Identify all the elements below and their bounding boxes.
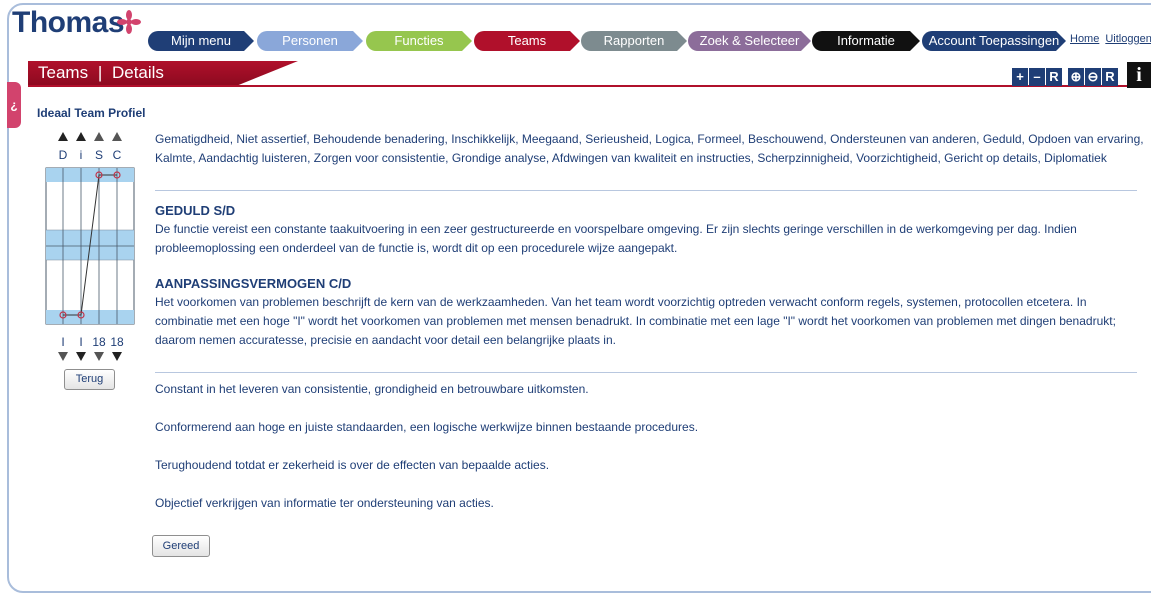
nav-tab-informatie[interactable]: Informatie <box>812 31 920 51</box>
title-underline <box>28 85 1151 87</box>
thomas-logo: Thomas <box>12 6 125 39</box>
zoom-in-button[interactable]: + <box>1012 68 1028 86</box>
section-heading-aanpassingsvermogen: AANPASSINGSVERMOGEN C/D <box>155 276 352 291</box>
logout-link[interactable]: Uitloggen <box>1105 33 1151 45</box>
traits-text: Gematigdheid, Niet assertief, Behoudende… <box>155 132 1144 165</box>
triangle-up-icon <box>76 132 86 141</box>
disc-bottom-label: 18 <box>92 335 106 349</box>
statement-item: Conformerend aan hoge en juiste standaar… <box>155 420 699 434</box>
grid-band <box>46 168 134 182</box>
help-side-tab[interactable]: ¿ <box>7 82 21 128</box>
page-title-section: Teams <box>38 63 89 82</box>
nav-tab-rapporten[interactable]: Rapporten <box>581 31 687 51</box>
gereed-button[interactable]: Gereed <box>152 535 210 557</box>
home-link[interactable]: Home <box>1070 33 1099 45</box>
divider <box>155 372 1137 373</box>
triangle-up-icon <box>94 132 104 141</box>
magnify-in-icon[interactable]: ⊕ <box>1068 68 1084 86</box>
terug-button[interactable]: Terug <box>64 369 115 390</box>
zoom-out-button[interactable]: – <box>1029 68 1045 86</box>
triangle-up-icon <box>112 132 122 141</box>
bottom-arrows <box>58 352 122 361</box>
statement-item: Constant in het leveren van consistentie… <box>155 382 589 396</box>
nav-tab-mijn-menu[interactable]: Mijn menu <box>148 31 254 51</box>
nav-tab-zoek-selecteer[interactable]: Zoek & Selecteer <box>688 31 811 51</box>
grid-band <box>46 310 134 324</box>
section-body-geduld: De functie vereist een constante taakuit… <box>155 222 1077 255</box>
nav-tab-account-toepassingen[interactable]: Account Toepassingen <box>922 31 1066 51</box>
nav-tab-teams[interactable]: Teams <box>474 31 580 51</box>
disc-letter: C <box>113 148 122 162</box>
statement-item: Objectief verkrijgen van informatie ter … <box>155 496 494 510</box>
magnify-reset-button[interactable]: R <box>1102 68 1118 86</box>
disc-letter: i <box>80 148 83 162</box>
top-arrows <box>58 132 122 141</box>
page-title: Teams | Details <box>38 62 164 84</box>
disc-letters: DiSC <box>59 148 122 162</box>
disc-bottom-label: I <box>61 335 64 349</box>
section-body-aanpassingsvermogen: Het voorkomen van problemen beschrijft d… <box>155 295 1116 347</box>
profile-title: Ideaal Team Profiel <box>37 106 146 120</box>
nav-tab-personen[interactable]: Personen <box>257 31 363 51</box>
disc-letter: D <box>59 148 68 162</box>
disc-bottom-label: I <box>79 335 82 349</box>
disc-letter: S <box>95 148 103 162</box>
disc-bottom-label: 18 <box>110 335 124 349</box>
nav-tab-functies[interactable]: Functies <box>366 31 472 51</box>
magnify-out-icon[interactable]: ⊖ <box>1085 68 1101 86</box>
page-title-separator: | <box>97 63 103 82</box>
nav-links: Home Uitloggen <box>1070 33 1151 45</box>
triangle-down-icon <box>112 352 122 361</box>
divider <box>155 190 1137 191</box>
disc-profile-graph: DiSC I I 18 18 <box>45 132 135 361</box>
triangle-up-icon <box>58 132 68 141</box>
disc-bottom-labels: I I 18 18 <box>61 335 124 349</box>
statement-item: Terughoudend totdat er zekerheid is over… <box>155 458 550 472</box>
triangle-down-icon <box>58 352 68 361</box>
section-heading-geduld: GEDULD S/D <box>155 203 236 218</box>
triangle-down-icon <box>94 352 104 361</box>
triangle-down-icon <box>76 352 86 361</box>
asterisk-logo-icon <box>117 10 141 34</box>
info-button[interactable]: i <box>1127 62 1151 88</box>
reset-button[interactable]: R <box>1046 68 1062 86</box>
page-title-sub: Details <box>111 63 164 82</box>
